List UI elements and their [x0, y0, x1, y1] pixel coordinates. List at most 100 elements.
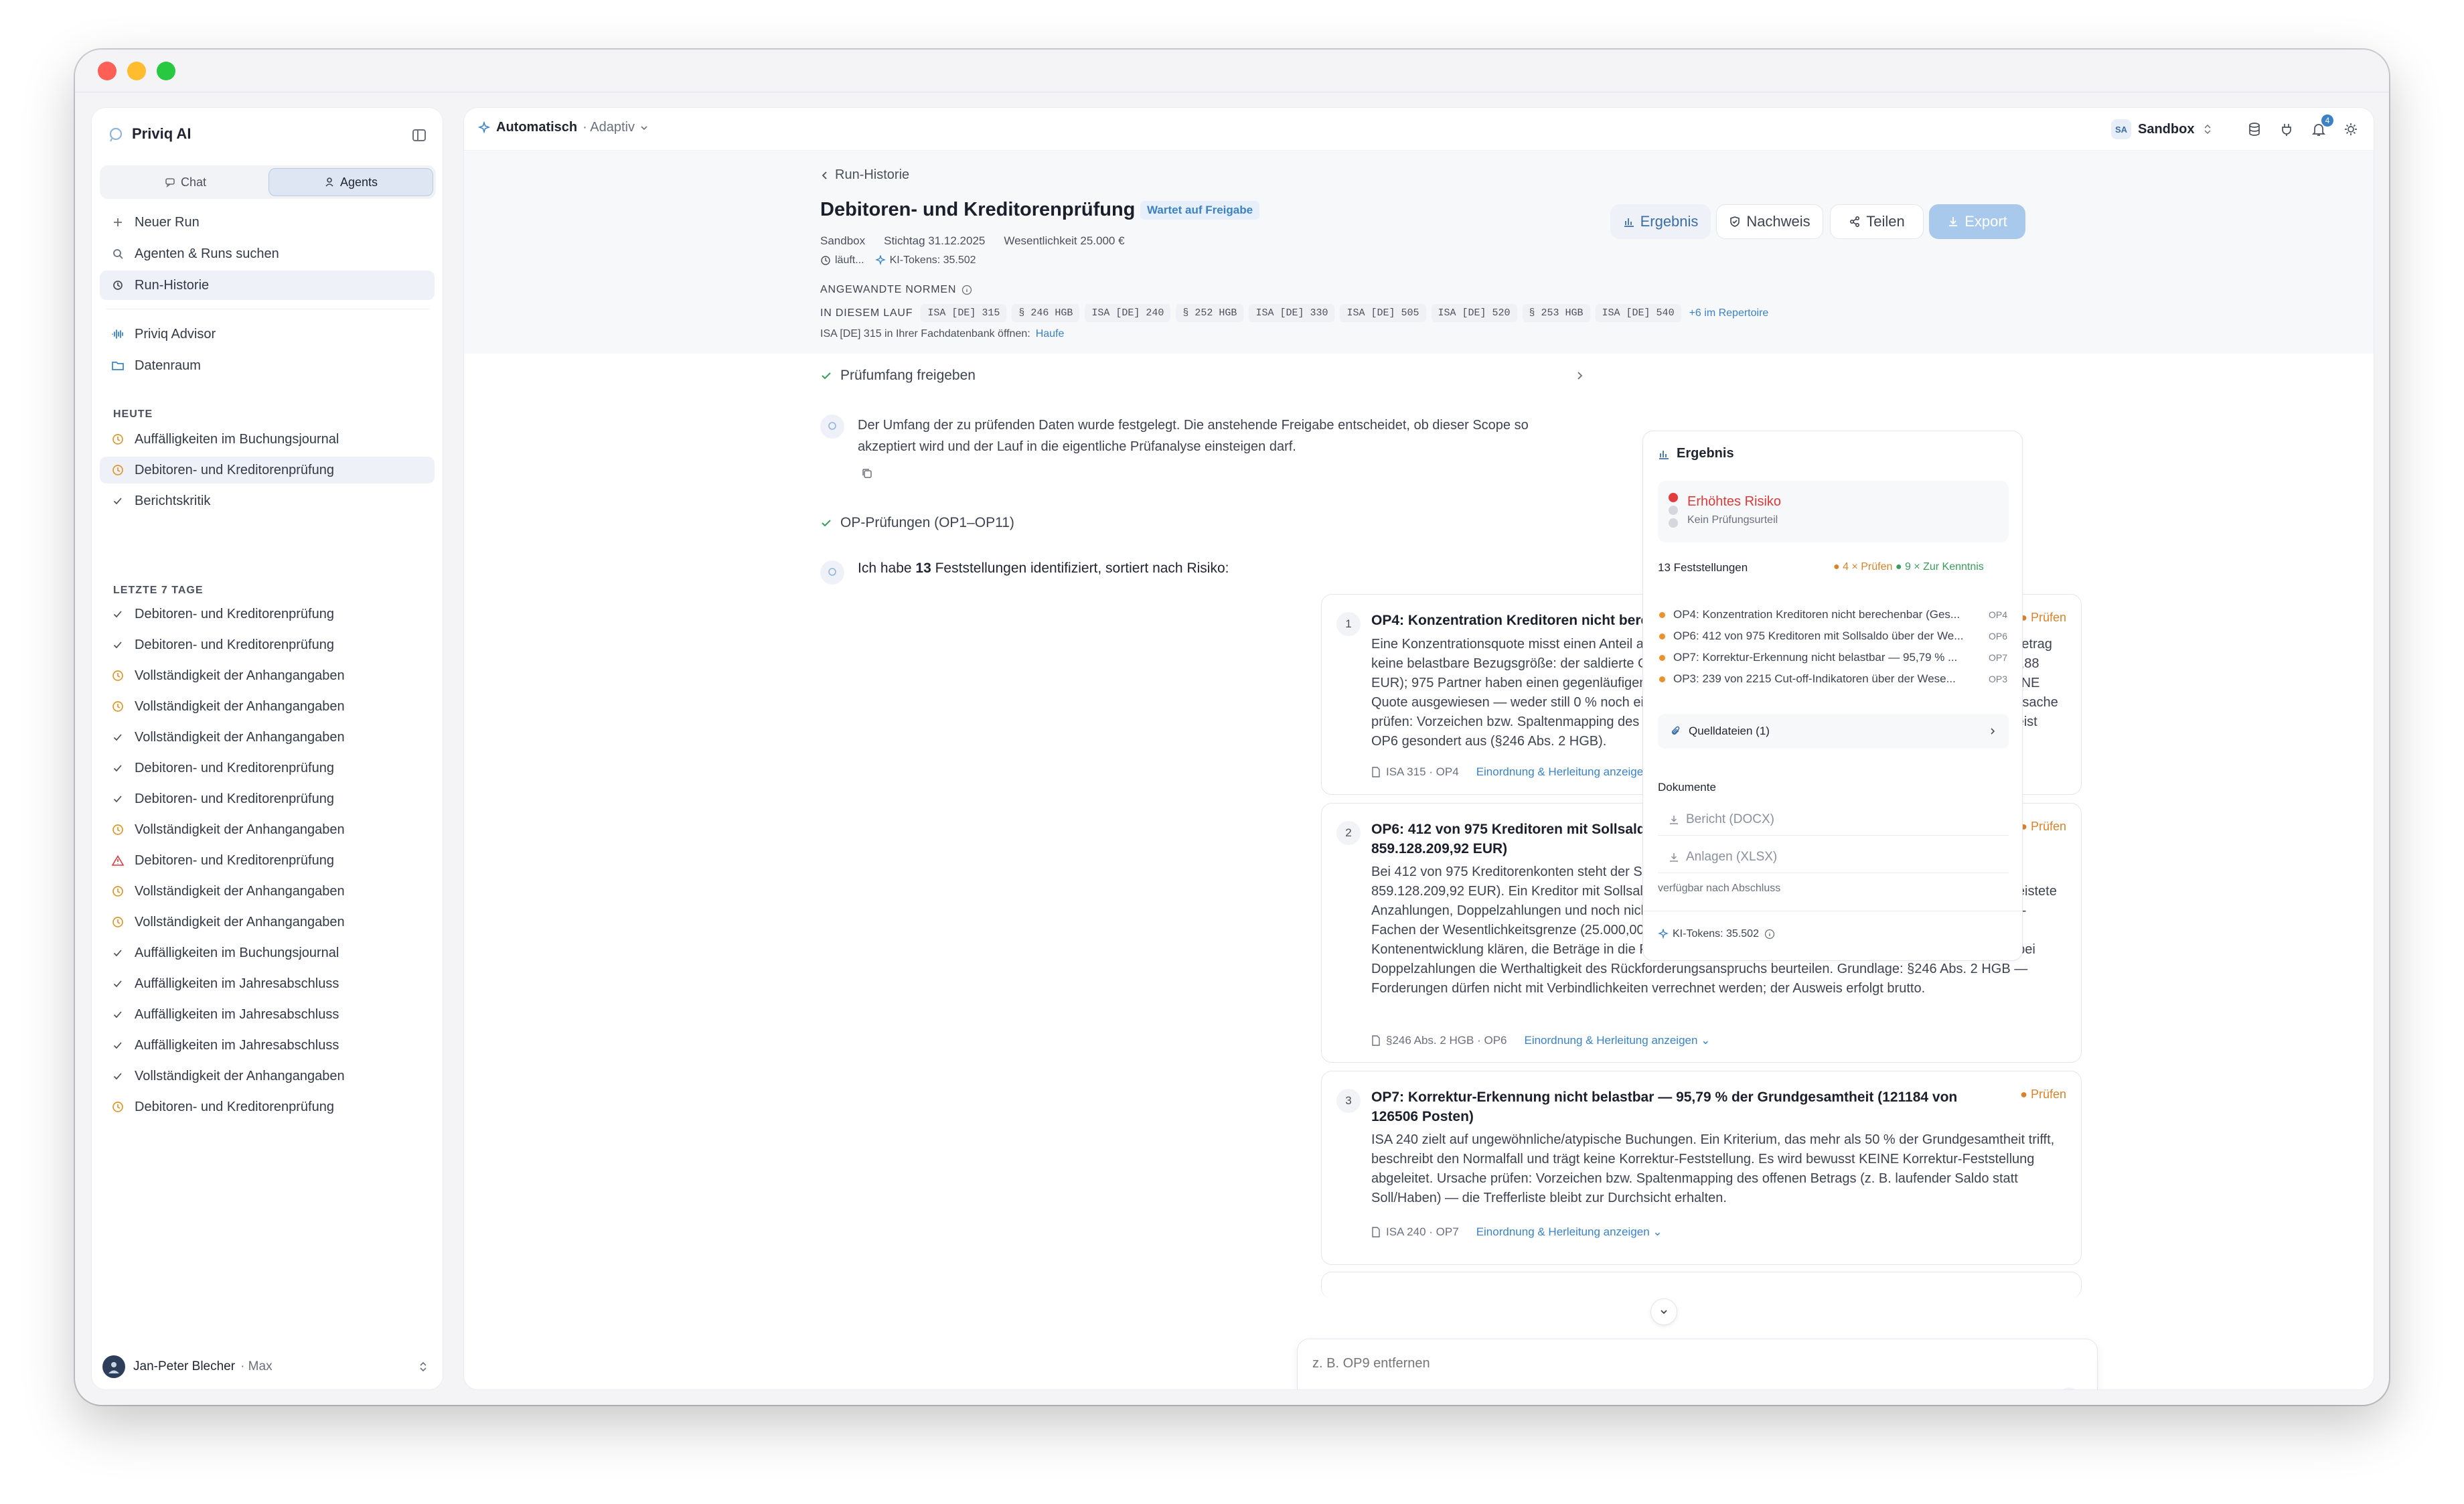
run-history-item[interactable]: Berichtskritik	[100, 487, 435, 514]
finding-card[interactable]: 3 OP7: Korrektur-Erkennung nicht belastb…	[1321, 1071, 2082, 1265]
finding-number: 2	[1336, 821, 1361, 845]
proof-button[interactable]: Nachweis	[1716, 204, 1823, 239]
toggle-sidebar-icon[interactable]	[409, 125, 429, 145]
sidebar-item-advisor[interactable]: Priviq Advisor	[100, 319, 435, 349]
check-icon	[109, 605, 127, 623]
export-button[interactable]: Export	[1929, 204, 2025, 239]
run-history-item-label: Vollständigkeit der Anhangangaben	[135, 698, 345, 714]
norm-chip[interactable]: ISA [DE] 330	[1249, 304, 1335, 322]
app-logo-icon	[106, 125, 125, 144]
run-history-item[interactable]: Debitoren- und Kreditorenprüfung	[100, 457, 435, 483]
attach-plus-icon[interactable]	[1310, 1389, 1331, 1390]
breadcrumb[interactable]: Run-Historie	[820, 167, 909, 183]
clock-icon	[109, 913, 127, 931]
plug-icon[interactable]	[2277, 120, 2296, 139]
result-finding-item[interactable]: OP6: 412 von 975 Kreditoren mit Sollsald…	[1659, 629, 2007, 643]
run-history-item[interactable]: Vollständigkeit der Anhangangaben	[100, 662, 435, 689]
run-history-item[interactable]: Vollständigkeit der Anhangangaben	[100, 909, 435, 935]
run-history-item[interactable]: Debitoren- und Kreditorenprüfung	[100, 847, 435, 874]
run-history-item[interactable]: Auffälligkeiten im Jahresabschluss	[100, 1001, 435, 1028]
norm-chip[interactable]: ISA [DE] 520	[1431, 304, 1517, 322]
risk-sub: Kein Prüfungsurteil	[1687, 514, 1778, 526]
app-name: Priviq AI	[132, 125, 191, 142]
step-scope-approval[interactable]: Prüfumfang freigeben	[820, 368, 1584, 384]
source-files-button[interactable]: Quelldateien (1)	[1658, 714, 2009, 749]
norm-chip[interactable]: § 252 HGB	[1176, 304, 1244, 322]
run-history-item[interactable]: Debitoren- und Kreditorenprüfung	[100, 631, 435, 658]
tab-chat[interactable]: Chat	[102, 168, 268, 196]
result-panel-title: Ergebnis	[1677, 446, 1734, 461]
search-agents-button[interactable]: Agenten & Runs suchen	[100, 239, 435, 269]
result-finding-code: OP7	[1988, 652, 2007, 663]
finding-number: 1	[1336, 612, 1361, 636]
tab-agents[interactable]: Agents	[268, 168, 433, 196]
norm-chip[interactable]: ISA [DE] 540	[1595, 304, 1681, 322]
run-history-item[interactable]: Auffälligkeiten im Jahresabschluss	[100, 1032, 435, 1059]
database-icon[interactable]	[2245, 120, 2264, 139]
result-finding-item[interactable]: OP4: Konzentration Kreditoren nicht bere…	[1659, 608, 2007, 621]
download-attachments-button[interactable]: Anlagen (XLSX)	[1658, 841, 2009, 873]
run-history-item[interactable]: Debitoren- und Kreditorenprüfung	[100, 785, 435, 812]
result-finding-item[interactable]: OP7: Korrektur-Erkennung nicht belastbar…	[1659, 651, 2007, 664]
finding-status-label: Prüfen	[2030, 611, 2066, 624]
microphone-icon[interactable]	[2025, 1389, 2046, 1390]
norm-chip[interactable]: ISA [DE] 240	[1085, 304, 1171, 322]
workspace-selector[interactable]: SA Sandbox	[2111, 117, 2212, 141]
run-history-item[interactable]: Auffälligkeiten im Jahresabschluss	[100, 970, 435, 997]
norm-chip[interactable]: § 253 HGB	[1522, 304, 1590, 322]
result-button-label: Ergebnis	[1640, 213, 1699, 230]
minimize-window-button[interactable]	[127, 62, 146, 80]
share-button[interactable]: Teilen	[1830, 204, 1924, 239]
user-menu[interactable]: Jan-Peter Blecher · Max	[100, 1352, 436, 1381]
check-icon	[109, 1067, 127, 1085]
user-name: Jan-Peter Blecher	[133, 1359, 236, 1373]
download-report-button[interactable]: Bericht (DOCX)	[1658, 804, 2009, 836]
mode-tabs: Chat Agents	[100, 165, 436, 199]
finding-details-link[interactable]: Einordnung & Herleitung anzeigen ⌄	[1524, 1034, 1710, 1047]
run-history-button[interactable]: Run-Historie	[100, 271, 435, 300]
close-window-button[interactable]	[98, 62, 117, 80]
zoom-window-button[interactable]	[157, 62, 175, 80]
sun-icon[interactable]	[2341, 120, 2360, 139]
chevron-updown-icon	[2204, 124, 2212, 135]
run-history-item[interactable]: Debitoren- und Kreditorenprüfung	[100, 755, 435, 781]
findings-intro-pre: Ich habe	[858, 560, 916, 576]
result-button[interactable]: Ergebnis	[1610, 204, 1711, 239]
run-history-item[interactable]: Vollständigkeit der Anhangangaben	[100, 878, 435, 905]
run-history-item-label: Vollständigkeit der Anhangangaben	[135, 668, 345, 683]
finding-details-link[interactable]: Einordnung & Herleitung anzeigen ⌄	[1476, 1225, 1663, 1239]
mode-sub-label: · Adaptiv	[583, 120, 635, 135]
haufe-link[interactable]: Haufe	[1036, 328, 1065, 340]
message-input[interactable]	[1312, 1351, 2049, 1375]
norms-more-link[interactable]: +6 im Repertoire	[1689, 307, 1769, 319]
agent-icon	[324, 177, 335, 187]
mode-selector[interactable]: Automatisch · Adaptiv	[477, 120, 648, 135]
norm-chip[interactable]: ISA [DE] 505	[1340, 304, 1426, 322]
norm-chip[interactable]: § 246 HGB	[1012, 304, 1080, 322]
info-icon[interactable]	[961, 285, 972, 295]
run-history-item[interactable]: Auffälligkeiten im Buchungsjournal	[100, 939, 435, 966]
finding-details-link[interactable]: Einordnung & Herleitung anzeigen ⌄	[1476, 765, 1663, 779]
run-history-item[interactable]: Debitoren- und Kreditorenprüfung	[100, 1094, 435, 1120]
run-history-item[interactable]: Vollständigkeit der Anhangangaben	[100, 693, 435, 720]
step-op-checks[interactable]: OP-Prüfungen (OP1–OP11)	[820, 515, 1014, 531]
run-history-item[interactable]: Vollständigkeit der Anhangangaben	[100, 1063, 435, 1089]
run-history-item[interactable]: Auffälligkeiten im Buchungsjournal	[100, 426, 435, 453]
finding-ref-label: §246 Abs. 2 HGB · OP6	[1386, 1034, 1507, 1047]
copy-icon[interactable]	[859, 465, 875, 481]
finding-ref-label: ISA 315 · OP4	[1386, 765, 1459, 778]
plus-icon	[109, 214, 127, 231]
run-history-item[interactable]: Debitoren- und Kreditorenprüfung	[100, 601, 435, 627]
sidebar-item-datenraum[interactable]: Datenraum	[100, 351, 435, 380]
scroll-down-button[interactable]	[1650, 1298, 1677, 1325]
info-icon[interactable]	[1764, 929, 1775, 939]
chat-icon	[165, 177, 175, 187]
workspace-name: Sandbox	[2138, 121, 2195, 137]
clock-icon	[109, 883, 127, 900]
run-history-item[interactable]: Vollständigkeit der Anhangangaben	[100, 816, 435, 843]
send-button[interactable]	[2057, 1387, 2081, 1389]
new-run-button[interactable]: Neuer Run	[100, 208, 435, 237]
run-history-item[interactable]: Vollständigkeit der Anhangangaben	[100, 724, 435, 751]
result-finding-item[interactable]: OP3: 239 von 2215 Cut-off-Indikatoren üb…	[1659, 672, 2007, 686]
norm-chip[interactable]: ISA [DE] 315	[921, 304, 1007, 322]
